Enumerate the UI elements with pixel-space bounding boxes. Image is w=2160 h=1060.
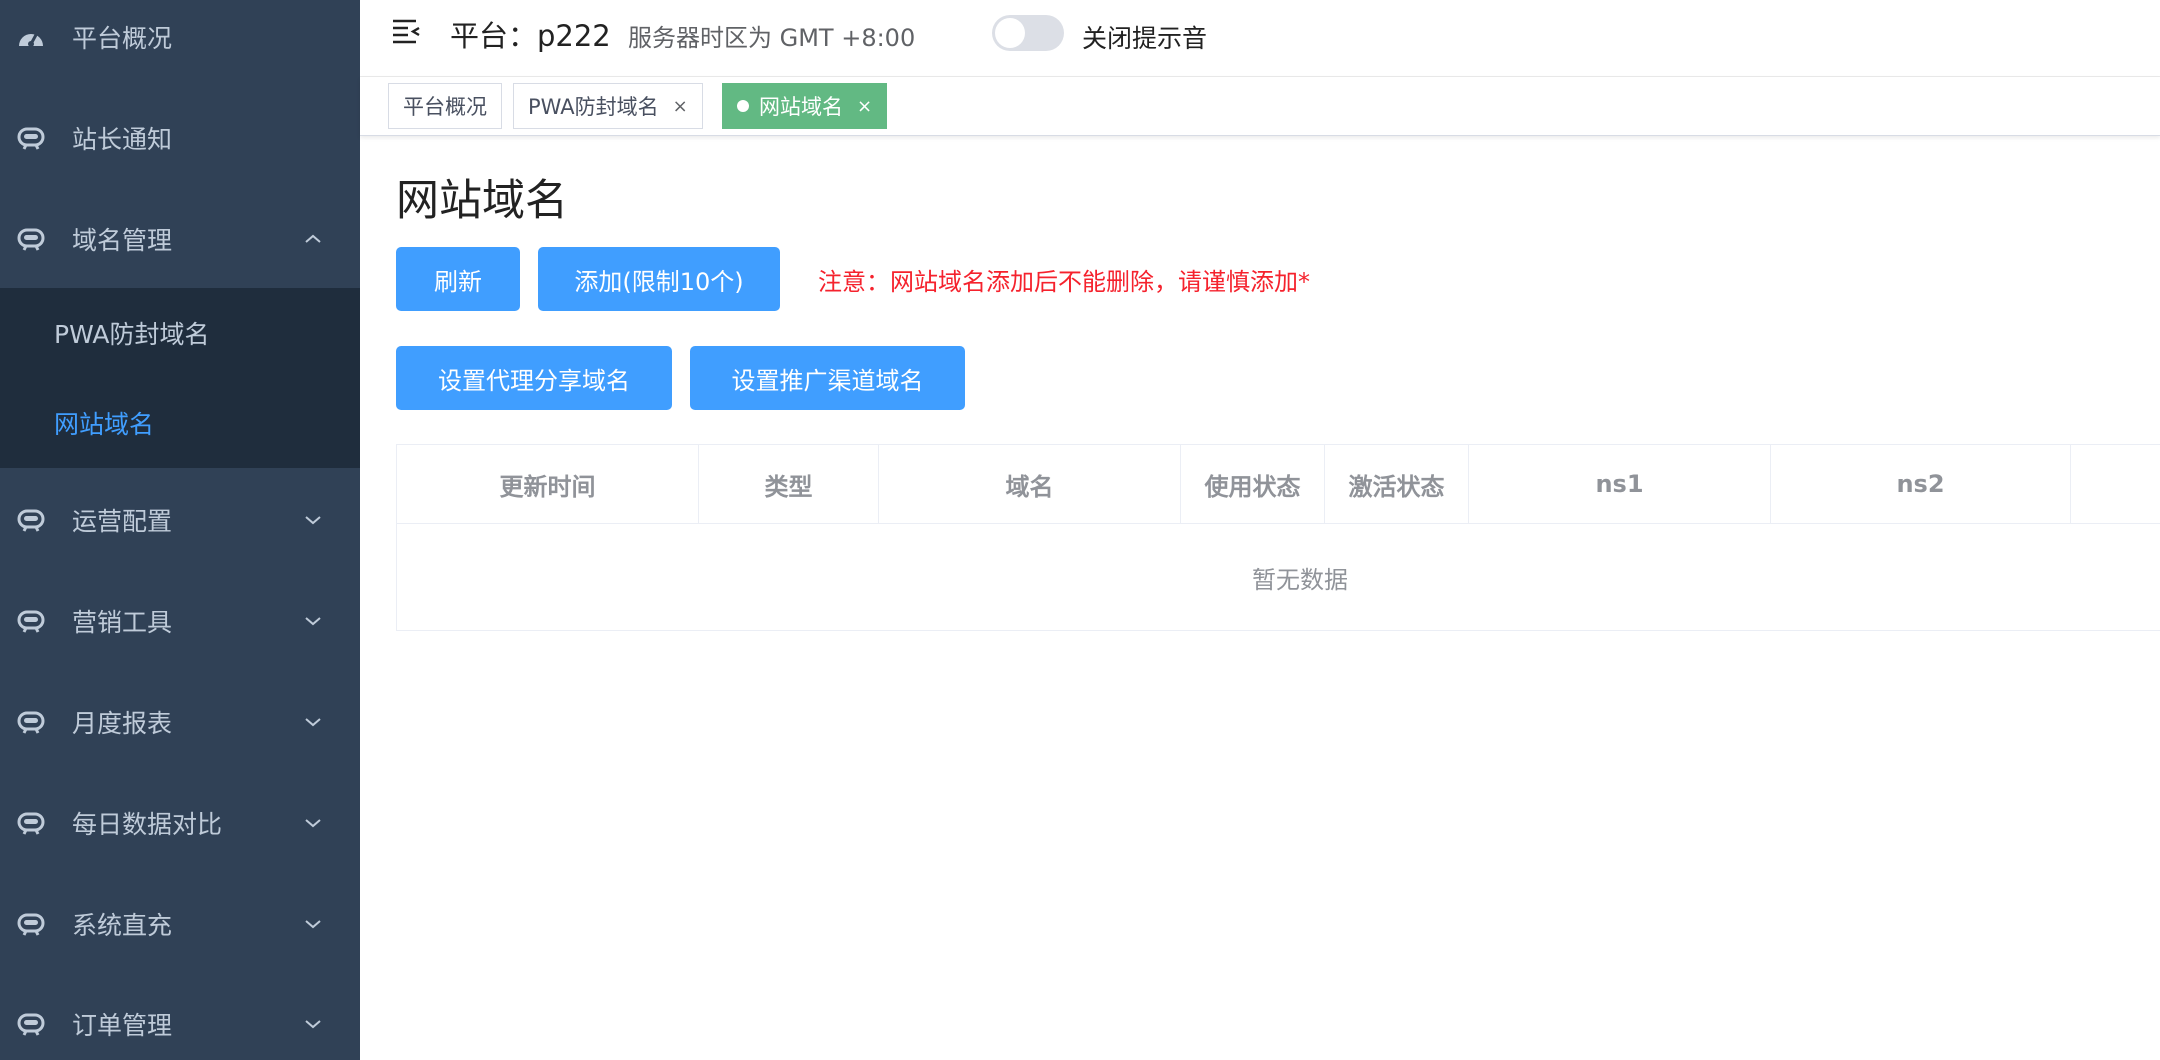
add-domain-button[interactable]: 添加(限制10个) <box>538 247 780 311</box>
tag-label: 网站域名 <box>759 95 843 119</box>
dashboard-icon <box>14 23 48 51</box>
domain-submenu: PWA防封域名 网站域名 <box>0 288 360 468</box>
chevron-down-icon <box>305 718 321 727</box>
chevron-down-icon <box>305 617 321 626</box>
sidebar-item-label: 订单管理 <box>72 1011 173 1040</box>
active-dot-icon <box>737 100 749 112</box>
switch-knob <box>995 18 1025 48</box>
tag-pwa-domain[interactable]: PWA防封域名 × <box>513 83 703 129</box>
column-header-update-time: 更新时间 <box>397 445 699 523</box>
close-icon[interactable]: × <box>857 96 872 117</box>
sidebar-item-order-management[interactable]: 订单管理 <box>0 974 360 1060</box>
sidebar-item-label: 域名管理 <box>72 226 173 255</box>
sidebar-item-domain-management[interactable]: 域名管理 <box>0 189 360 289</box>
sidebar-item-webmaster-notice[interactable]: 站长通知 <box>0 88 360 188</box>
sidebar-item-label: 每日数据对比 <box>72 810 223 839</box>
sound-toggle-label: 关闭提示音 <box>1082 24 1208 53</box>
close-icon[interactable]: × <box>673 96 688 117</box>
menu-icon <box>14 910 48 938</box>
sidebar-item-label: 月度报表 <box>72 709 173 738</box>
chevron-down-icon <box>305 920 321 929</box>
column-header-ns2: ns2 <box>1771 445 2071 523</box>
sidebar-item-label: 营销工具 <box>72 608 173 637</box>
sound-toggle-switch[interactable] <box>992 15 1064 51</box>
menu-icon <box>14 124 48 152</box>
tags-view: 平台概况 PWA防封域名 × 网站域名 × <box>360 77 2160 136</box>
menu-icon <box>14 708 48 736</box>
chevron-up-icon <box>305 234 321 243</box>
page-title: 网站域名 <box>396 176 568 226</box>
chevron-down-icon <box>305 516 321 525</box>
menu-icon <box>14 225 48 253</box>
menu-icon <box>14 809 48 837</box>
refresh-button[interactable]: 刷新 <box>396 247 520 311</box>
column-header-usage-status: 使用状态 <box>1181 445 1325 523</box>
sidebar-subitem-label: 网站域名 <box>54 410 155 439</box>
server-timezone: 服务器时区为 GMT +8:00 <box>628 24 916 52</box>
menu-icon <box>14 607 48 635</box>
sidebar-item-label: 站长通知 <box>72 125 173 154</box>
sidebar-item-system-recharge[interactable]: 系统直充 <box>0 874 360 974</box>
sidebar-item-monthly-report[interactable]: 月度报表 <box>0 672 360 772</box>
sidebar-item-marketing-tools[interactable]: 营销工具 <box>0 571 360 671</box>
chevron-down-icon <box>305 819 321 828</box>
sidebar-item-platform-overview[interactable]: 平台概况 <box>0 0 360 87</box>
domain-table: 更新时间 类型 域名 使用状态 激活状态 ns1 ns2 暂无数据 <box>396 444 2160 631</box>
column-header-activation-status: 激活状态 <box>1325 445 1469 523</box>
tag-website-domain[interactable]: 网站域名 × <box>722 83 888 129</box>
set-promo-channel-domain-button[interactable]: 设置推广渠道域名 <box>690 346 965 410</box>
warning-text: 注意：网站域名添加后不能删除，请谨慎添加* <box>818 268 1310 296</box>
sidebar-subitem-pwa-domain[interactable]: PWA防封域名 <box>0 288 360 378</box>
sidebar-item-daily-comparison[interactable]: 每日数据对比 <box>0 773 360 873</box>
column-header-type: 类型 <box>699 445 879 523</box>
table-empty-text: 暂无数据 <box>1252 565 1348 594</box>
column-header-domain: 域名 <box>879 445 1181 523</box>
menu-icon <box>14 506 48 534</box>
hamburger-icon[interactable] <box>390 16 422 46</box>
sidebar-item-label: 运营配置 <box>72 507 173 536</box>
menu-icon <box>14 1010 48 1038</box>
top-navbar: 平台：p222 服务器时区为 GMT +8:00 关闭提示音 <box>360 0 2160 77</box>
tag-label: PWA防封域名 <box>528 95 659 119</box>
sidebar-item-label: 平台概况 <box>72 24 173 53</box>
table-header: 更新时间 类型 域名 使用状态 激活状态 ns1 ns2 <box>397 445 2160 524</box>
sidebar-item-operations-config[interactable]: 运营配置 <box>0 470 360 570</box>
set-proxy-share-domain-button[interactable]: 设置代理分享域名 <box>396 346 672 410</box>
sidebar-subitem-website-domain[interactable]: 网站域名 <box>0 378 360 468</box>
chevron-down-icon <box>305 1020 321 1029</box>
column-header-ns1: ns1 <box>1469 445 1771 523</box>
tag-label: 平台概况 <box>403 95 487 119</box>
sidebar-item-label: 系统直充 <box>72 911 173 940</box>
sidebar-subitem-label: PWA防封域名 <box>54 320 210 349</box>
sidebar: 平台概况 站长通知 域名管理 PWA防封域名 网站域名 运营配置 营销工具 月度… <box>0 0 360 1060</box>
tag-platform-overview[interactable]: 平台概况 <box>388 83 502 129</box>
platform-name: 平台：p222 <box>450 19 611 53</box>
